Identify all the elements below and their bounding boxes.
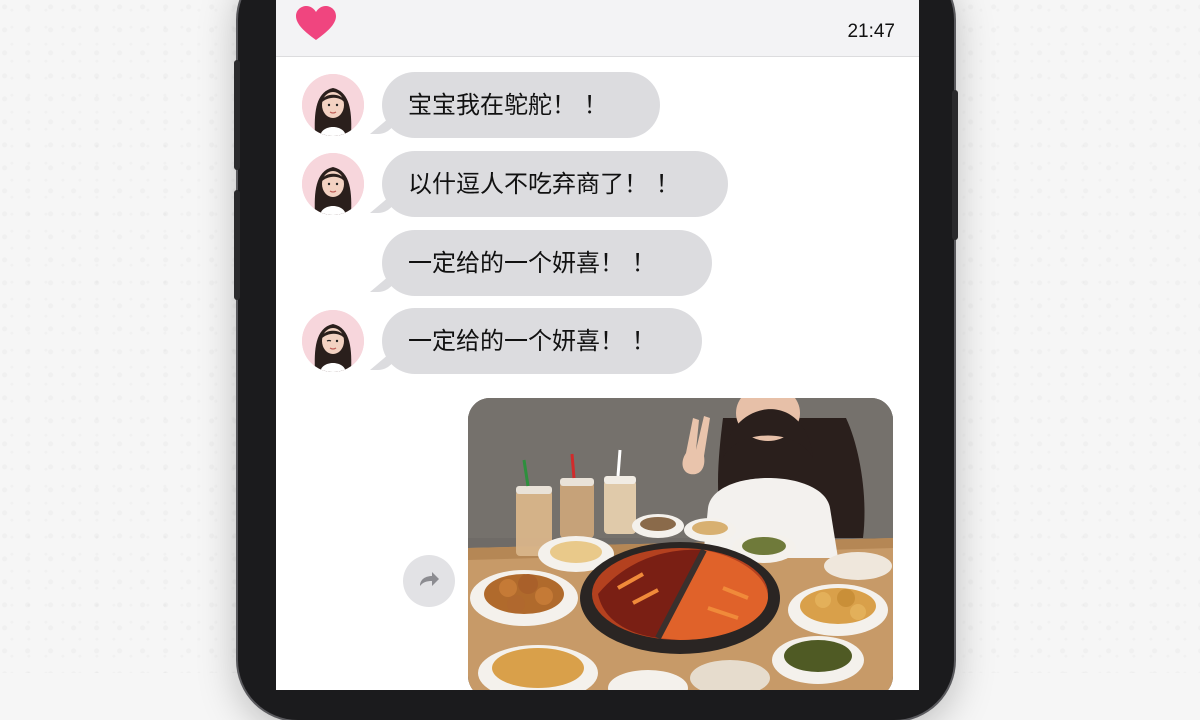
avatar-girl-icon	[302, 74, 364, 136]
message-bubble[interactable]: 以什逗人不吃弃商了！ ！	[382, 151, 728, 217]
message-text: 一定给的一个妍喜！ ！	[408, 327, 656, 355]
avatar[interactable]	[302, 74, 364, 136]
message-bubble[interactable]: 一定给的一个妍喜！ ！	[382, 230, 712, 296]
message-bubble[interactable]: 一定给的一个妍喜！ ！	[382, 308, 702, 374]
photo-message[interactable]	[468, 398, 893, 690]
share-button[interactable]	[403, 555, 455, 607]
avatar-girl-icon	[302, 153, 364, 215]
status-time: 21:47	[847, 21, 895, 42]
message-text: 宝宝我在鸵舵！ ！	[408, 91, 608, 119]
avatar[interactable]	[302, 310, 364, 372]
heart-icon[interactable]	[296, 6, 336, 42]
avatar-girl-icon	[302, 310, 364, 372]
chat-screen: 21:47 宝宝我在鸵舵！ ！ 以什逗人不吃弃商了！ ！ 一定给的一个妍喜！ ！…	[276, 0, 919, 690]
message-text: 一定给的一个妍喜！ ！	[408, 249, 656, 277]
phone-side-button-left-2	[234, 190, 240, 300]
avatar[interactable]	[302, 153, 364, 215]
phone-side-button-left	[234, 60, 240, 170]
share-icon	[420, 572, 439, 586]
status-bar: 21:47	[276, 0, 919, 57]
message-text: 以什逗人不吃弃商了！ ！	[408, 170, 680, 198]
phone-side-button-right	[952, 90, 958, 240]
message-bubble[interactable]: 宝宝我在鸵舵！ ！	[382, 72, 660, 138]
hotpot-photo	[468, 398, 893, 690]
